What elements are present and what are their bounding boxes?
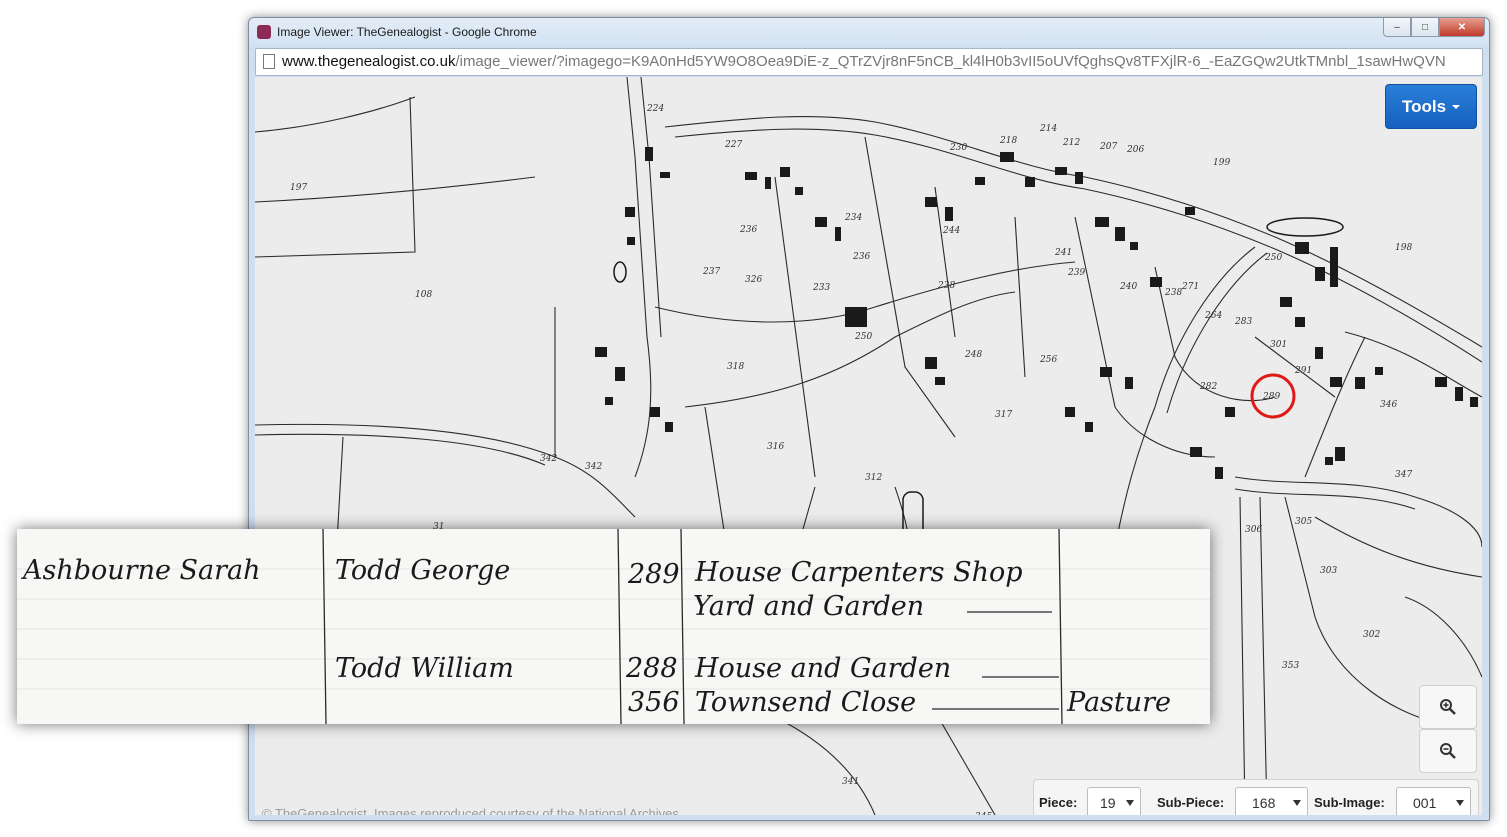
cultivation-state: Pasture xyxy=(1067,687,1172,718)
tools-button[interactable]: Tools xyxy=(1385,84,1477,129)
owner-name: Ashbourne Sarah xyxy=(23,555,261,586)
url-host: www.thegenealogist.co.uk xyxy=(282,53,456,70)
plot-number: 288 xyxy=(626,653,678,684)
plot-number-label: 224 xyxy=(646,104,664,114)
url-text[interactable]: www.thegenealogist.co.uk/image_viewer/?i… xyxy=(282,53,1478,70)
plot-number-label: 240 xyxy=(1119,282,1137,292)
plot-number-label: 250 xyxy=(854,332,872,342)
plot-number-label: 342 xyxy=(585,462,602,472)
plot-number-label: 108 xyxy=(415,290,432,300)
apportionment-inset: Ashbourne Sarah Todd George 289 House Ca… xyxy=(17,529,1210,724)
zoom-out-icon xyxy=(1440,743,1456,759)
app-icon xyxy=(257,25,271,39)
plot-number-label: 306 xyxy=(1245,525,1262,535)
plot-number-label: 239 xyxy=(1067,268,1085,278)
sub-piece-label: Sub-Piece: xyxy=(1157,795,1225,810)
plot-number-label: 238 xyxy=(1164,288,1182,298)
copyright-notice: © TheGenealogist. Images reproduced cour… xyxy=(262,806,679,815)
plot-number-label: 227 xyxy=(724,140,742,150)
plot-number-label: 305 xyxy=(1295,517,1312,527)
plot-number-label: 241 xyxy=(1054,248,1072,258)
image-selector-bar: Piece: 19 Sub-Piece: 168 Sub-Image: 001 xyxy=(1033,779,1479,815)
plot-number-label: 206 xyxy=(1126,145,1144,155)
plot-number-label: 238 xyxy=(937,281,955,291)
dropdown-arrow-icon xyxy=(1126,800,1134,806)
plot-number-label: 197 xyxy=(290,183,307,193)
sub-image-select[interactable]: 001 xyxy=(1396,787,1471,815)
address-bar[interactable]: www.thegenealogist.co.uk/image_viewer/?i… xyxy=(255,48,1483,76)
plot-number-label: 212 xyxy=(1062,138,1080,148)
plot-number-label: 218 xyxy=(999,136,1017,146)
plot-number-label: 317 xyxy=(995,410,1012,420)
plot-number: 356 xyxy=(628,687,680,718)
plot-number-label: 301 xyxy=(1270,340,1287,350)
sub-image-value: 001 xyxy=(1413,795,1437,811)
piece-label: Piece: xyxy=(1039,795,1078,810)
plot-number-label: 302 xyxy=(1363,630,1380,640)
plot-number-label: 346 xyxy=(1380,400,1397,410)
plot-number-label: 264 xyxy=(1204,311,1222,321)
premises-description: Yard and Garden xyxy=(693,591,925,622)
plot-number-label: 250 xyxy=(1264,253,1282,263)
close-button[interactable]: ✕ xyxy=(1439,18,1485,37)
premises-description: Townsend Close xyxy=(695,687,917,718)
window-title: Image Viewer: TheGenealogist - Google Ch… xyxy=(277,25,537,39)
plot-number-label: 248 xyxy=(964,350,982,360)
plot-number-label: 230 xyxy=(949,143,967,153)
plot-number-label: 256 xyxy=(1039,355,1057,365)
title-bar[interactable]: Image Viewer: TheGenealogist - Google Ch… xyxy=(249,18,1489,46)
window-controls: – □ ✕ xyxy=(1383,18,1485,38)
plot-number-label: 198 xyxy=(1395,243,1412,253)
plot-number-label: 271 xyxy=(1181,282,1199,292)
sub-image-label: Sub-Image: xyxy=(1314,795,1385,810)
dropdown-arrow-icon xyxy=(1293,800,1301,806)
plot-number-label: 199 xyxy=(1213,158,1230,168)
plot-number-label: 237 xyxy=(702,267,720,277)
plot-number-label: 291 xyxy=(1294,366,1312,376)
plot-number-label: 289 xyxy=(1262,392,1280,402)
url-path: /image_viewer/?imagego=K9A0nHd5YW9O8Oea9… xyxy=(455,53,1446,70)
zoom-in-icon xyxy=(1440,699,1456,715)
premises-description: House Carpenters Shop xyxy=(695,557,1023,588)
tools-label: Tools xyxy=(1401,96,1447,116)
minimize-icon: – xyxy=(1394,21,1400,33)
maximize-button[interactable]: □ xyxy=(1411,18,1439,37)
sub-piece-value: 168 xyxy=(1252,795,1276,811)
plot-number-label: 236 xyxy=(739,225,757,235)
plot-number-label: 233 xyxy=(812,283,830,293)
dropdown-arrow-icon xyxy=(1456,800,1464,806)
plot-number-label: 316 xyxy=(767,442,784,452)
plot-number-label: 234 xyxy=(844,213,862,223)
zoom-out-button[interactable] xyxy=(1419,729,1477,773)
piece-select[interactable]: 19 xyxy=(1087,787,1141,815)
premises-description: House and Garden xyxy=(695,653,952,684)
plot-number-label: 312 xyxy=(865,473,882,483)
plot-number-label: 353 xyxy=(1282,661,1299,671)
plot-number-label: 326 xyxy=(745,275,762,285)
plot-number-label: 318 xyxy=(727,362,744,372)
plot-number: 289 xyxy=(628,559,680,590)
plot-number-label: 303 xyxy=(1320,566,1337,576)
piece-value: 19 xyxy=(1100,795,1116,811)
zoom-in-button[interactable] xyxy=(1419,685,1477,729)
minimize-button[interactable]: – xyxy=(1383,18,1411,37)
maximize-icon: □ xyxy=(1421,21,1429,33)
close-icon: ✕ xyxy=(1457,21,1467,33)
plot-number-label: 283 xyxy=(1234,317,1252,327)
plot-number-label: 345 xyxy=(975,812,992,815)
page-icon xyxy=(263,54,275,69)
plot-number-label: 341 xyxy=(842,777,859,787)
plot-number-label: 347 xyxy=(1395,470,1412,480)
occupier-name: Todd William xyxy=(335,653,514,684)
caret-down-icon xyxy=(1452,104,1461,109)
occupier-name: Todd George xyxy=(335,555,511,586)
plot-number-label: 236 xyxy=(852,252,870,262)
plot-number-label: 342 xyxy=(540,454,557,464)
plot-number-label: 214 xyxy=(1039,124,1057,134)
plot-number-label: 207 xyxy=(1099,142,1117,152)
plot-number-label: 244 xyxy=(942,226,960,236)
sub-piece-select[interactable]: 168 xyxy=(1235,787,1308,815)
plot-number-label: 282 xyxy=(1199,382,1217,392)
